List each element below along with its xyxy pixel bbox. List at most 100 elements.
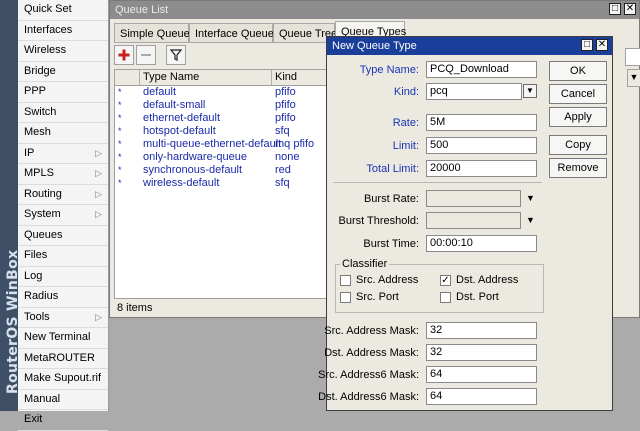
menu-item-metarouter[interactable]: MetaROUTER [18,349,108,369]
limit-input[interactable]: 500 [426,137,537,154]
burst-threshold-dropdown-icon[interactable]: ▼ [526,215,535,225]
burst-threshold-select[interactable] [426,212,521,229]
apply-button[interactable]: Apply [549,107,607,127]
menu-item-make-supout-rif[interactable]: Make Supout.rif [18,369,108,390]
column-dropdown-button[interactable]: ▼ [627,69,640,87]
cancel-button[interactable]: Cancel [549,84,607,104]
chevron-down-icon: ▼ [629,72,639,82]
table-row[interactable]: * ethernet-default pfifo [115,112,329,125]
menu-item-ip[interactable]: IP ▷ [18,144,108,164]
menu-item-label: Switch [24,105,57,118]
dialog-titlebar[interactable]: New Queue Type □ ✕ [327,37,612,55]
tab-interface-queues[interactable]: Interface Queues [189,23,279,43]
menu-item-mpls[interactable]: MPLS ▷ [18,164,108,185]
restore-button[interactable]: □ [609,3,621,15]
menu-item-label: Mesh [24,126,51,138]
minus-icon [141,54,151,57]
kind-select[interactable]: pcq [426,83,522,100]
type-name-cell: synchronous-default [143,164,243,176]
menu-item-interfaces[interactable]: Interfaces [18,21,108,41]
filter-button[interactable] [166,45,186,65]
menu-item-bridge[interactable]: Bridge [18,62,108,82]
side-menu: Quick Set Interfaces Wireless Bridge PPP Swit… [18,0,109,431]
dst-address-mask-input[interactable]: 32 [426,344,537,361]
menu-item-label: Bridge [24,64,56,77]
dialog-title: New Queue Type [332,40,417,52]
table-row[interactable]: * default pfifo [115,86,329,99]
burst-rate-dropdown-icon[interactable]: ▼ [526,193,535,203]
menu-item-label: MetaROUTER [24,351,95,364]
dialog-close-button[interactable]: ✕ [596,39,608,51]
default-marker: * [118,87,122,97]
find-field[interactable] [625,48,640,66]
menu-item-ppp[interactable]: PPP [18,82,108,103]
src-address-mask-label: Src. Address Mask: [324,325,419,337]
menu-item-label: MPLS [24,167,54,179]
separator [333,182,542,183]
dst-address6-mask-input[interactable]: 64 [426,388,537,405]
close-icon: ✕ [625,3,635,14]
menu-item-label: Interfaces [24,23,73,36]
menu-item-exit[interactable]: Exit [18,410,108,431]
menu-item-label: New Terminal [24,331,91,343]
ok-button[interactable]: OK [549,61,607,81]
queue-list-titlebar[interactable]: Queue List □ ✕ [110,1,639,19]
menu-item-wireless[interactable]: Wireless [18,41,108,62]
src-address-label: Src. Address [356,274,419,286]
remove-button[interactable] [136,45,156,65]
menu-item-radius[interactable]: Radius [18,287,108,308]
menu-item-log[interactable]: Log [18,267,108,287]
menu-item-quick-set[interactable]: Quick Set [18,0,108,21]
menu-item-system[interactable]: System ▷ [18,205,108,226]
column-header-kind[interactable]: Kind [272,70,329,85]
funnel-icon [169,49,183,62]
type-name-input[interactable]: PCQ_Download [426,61,537,78]
menu-item-label: Routing [24,187,62,200]
menu-item-files[interactable]: Files [18,246,108,267]
src-address-mask-input[interactable]: 32 [426,322,537,339]
menu-item-new-terminal[interactable]: New Terminal [18,328,108,349]
menu-item-queues[interactable]: Queues [18,226,108,246]
table-row[interactable]: * wireless-default sfq [115,177,329,190]
burst-time-input[interactable]: 00:00:10 [426,235,537,252]
total-limit-input[interactable]: 20000 [426,160,537,177]
add-button[interactable] [114,45,134,65]
menu-item-routing[interactable]: Routing ▷ [18,185,108,205]
type-name-cell: default-small [143,99,206,111]
table-row[interactable]: * hotspot-default sfq [115,125,329,138]
marker-column-header[interactable] [115,70,140,85]
table-row[interactable]: * multi-queue-ethernet-default mq pfifo [115,138,329,151]
default-marker: * [118,178,122,188]
copy-button[interactable]: Copy [549,135,607,155]
column-header-type-name[interactable]: Type Name [140,70,272,85]
type-name-cell: ethernet-default [143,112,221,124]
classifier-group [335,264,544,313]
default-marker: * [118,100,122,110]
src-address-checkbox[interactable] [340,275,351,286]
new-queue-type-dialog: New Queue Type □ ✕ Type Name: PCQ_Downlo… [318,36,613,411]
src-port-checkbox[interactable] [340,292,351,303]
classifier-label: Classifier [340,257,390,271]
remove-button[interactable]: Remove [549,158,607,178]
close-button[interactable]: ✕ [624,3,636,15]
burst-rate-select[interactable] [426,190,521,207]
table-row[interactable]: * default-small pfifo [115,99,329,112]
rate-input[interactable]: 5M [426,114,537,131]
dst-address-checkbox[interactable]: ✓ [440,275,451,286]
dst-port-checkbox[interactable] [440,292,451,303]
kind-cell: pfifo [275,86,296,98]
dialog-restore-button[interactable]: □ [581,39,593,51]
type-name-cell: multi-queue-ethernet-default [143,138,282,150]
menu-item-mesh[interactable]: Mesh [18,123,108,144]
table-row[interactable]: * only-hardware-queue none [115,151,329,164]
queue-types-table: Type Name Kind * default pfifo * default-sma… [114,69,330,299]
type-name-cell: wireless-default [143,177,220,189]
menu-item-tools[interactable]: Tools ▷ [18,308,108,328]
menu-item-manual[interactable]: Manual [18,390,108,410]
src-address6-mask-input[interactable]: 64 [426,366,537,383]
kind-cell: sfq [275,125,290,137]
menu-item-switch[interactable]: Switch [18,103,108,123]
tab-simple-queues[interactable]: Simple Queues [114,23,195,43]
table-row[interactable]: * synchronous-default red [115,164,329,177]
kind-dropdown-button[interactable]: ▼ [523,84,537,98]
